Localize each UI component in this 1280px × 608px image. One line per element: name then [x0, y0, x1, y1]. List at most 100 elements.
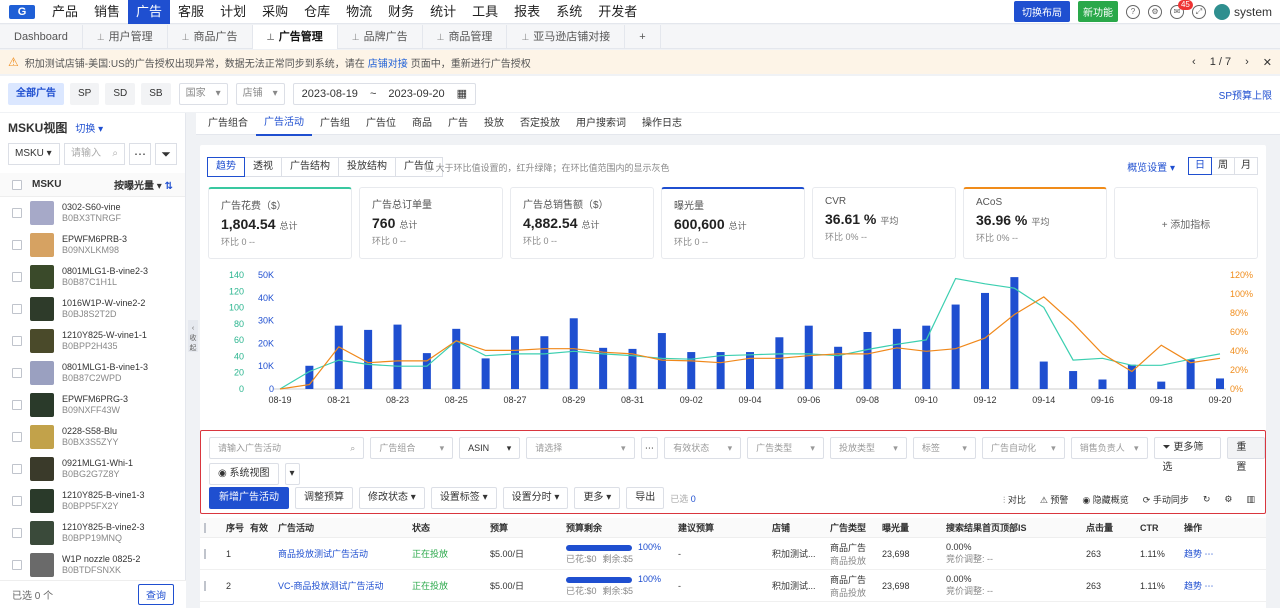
- metric-card[interactable]: 广告总订单量 760 总计 环比 0 --: [359, 187, 503, 259]
- menu-item[interactable]: 广告: [128, 0, 171, 24]
- metric-card[interactable]: 广告花费（$） 1,804.54 总计 环比 0 --: [208, 187, 352, 259]
- filter-icon[interactable]: ⏷: [155, 143, 177, 165]
- user-menu[interactable]: system: [1213, 3, 1272, 20]
- compare-button[interactable]: ⫶ 对比: [1003, 493, 1026, 506]
- row-checkbox[interactable]: [12, 496, 22, 506]
- metric-card[interactable]: 曝光量 600,600 总计 环比 0 --: [661, 187, 805, 259]
- granularity-option[interactable]: 月: [1234, 157, 1258, 175]
- row-checkbox[interactable]: [12, 528, 22, 538]
- change-status-button[interactable]: 修改状态 ▾: [359, 487, 425, 509]
- view-segment-option[interactable]: 透视: [244, 157, 282, 177]
- campaign-search-input[interactable]: 请输入广告活动 ⌕: [209, 437, 365, 459]
- row-checkbox[interactable]: [12, 304, 22, 314]
- automation-select[interactable]: 广告自动化 ▾: [981, 437, 1065, 459]
- system-view-select[interactable]: ◉ 系统视图: [209, 463, 279, 485]
- search-type-select[interactable]: MSKU ▾: [8, 143, 60, 165]
- ad-type-chip[interactable]: SP: [70, 83, 100, 105]
- store-connect-link[interactable]: 店铺对接: [368, 55, 408, 70]
- notification-icon[interactable]: ✉ 45: [1169, 0, 1193, 19]
- adjust-budget-button[interactable]: 调整预算: [295, 487, 353, 509]
- msku-list-item[interactable]: 0921MLG1-Whi-1 B0BG2G7Z8Y: [0, 453, 185, 485]
- tag-select[interactable]: 标签 ▾: [912, 437, 976, 459]
- row-checkbox[interactable]: [12, 272, 22, 282]
- menu-item[interactable]: 报表: [506, 0, 548, 24]
- menu-item[interactable]: 统计: [422, 0, 464, 24]
- prev-icon[interactable]: ‹: [1192, 56, 1196, 69]
- column-header[interactable]: 广告活动: [274, 521, 408, 534]
- trend-link[interactable]: 趋势: [1184, 549, 1202, 559]
- pin-icon[interactable]: ⊥: [267, 25, 275, 49]
- metric-card[interactable]: CVR 36.61 % 平均 环比 0% --: [812, 187, 956, 259]
- table-row[interactable]: 1 商品投放测试广告活动 正在投放 $5.00/日 100% 已花:$0 剩余:$5- 积加测…: [200, 538, 1266, 570]
- menu-item[interactable]: 开发者: [590, 0, 645, 24]
- owner-select[interactable]: 销售负责人 ▾: [1070, 437, 1148, 459]
- menu-item[interactable]: 采购: [254, 0, 296, 24]
- manual-sync-button[interactable]: ⟳ 手动同步: [1143, 493, 1189, 506]
- targeting-type-select[interactable]: 投放类型 ▾: [829, 437, 907, 459]
- view-segment-option[interactable]: 趋势: [207, 157, 245, 177]
- pin-icon[interactable]: ⊥: [97, 25, 105, 49]
- metric-card[interactable]: ACoS 36.96 % 平均 环比 0% --: [963, 187, 1107, 259]
- view-segment-option[interactable]: 投放结构: [338, 157, 396, 177]
- asin-type-select[interactable]: ASIN ▾: [459, 437, 521, 459]
- row-checkbox[interactable]: [12, 336, 22, 346]
- pin-icon[interactable]: ⊥: [182, 25, 190, 49]
- fullscreen-icon[interactable]: ⤢: [1191, 4, 1206, 19]
- msku-list-item[interactable]: 1210Y825-W-vine1-1 B0BPP2H435: [0, 325, 185, 357]
- msku-list-item[interactable]: 1210Y825-B-vine2-3 B0BPP19MNQ: [0, 517, 185, 549]
- more-actions-button[interactable]: 更多 ▾: [574, 487, 621, 509]
- budget-value[interactable]: $5.00/日: [490, 581, 524, 591]
- msku-list-item[interactable]: 0801MLG1-B-vine2-3 B0B87C1H1L: [0, 261, 185, 293]
- add-metric-button[interactable]: + 添加指标: [1114, 187, 1258, 259]
- page-tab[interactable]: ⊥ 商品管理: [423, 24, 508, 49]
- settings-icon[interactable]: ⚙: [1147, 4, 1162, 19]
- alert-button[interactable]: ⚠ 预警: [1040, 493, 1069, 506]
- msku-list-item[interactable]: 0228-S58-Blu B0BX3S5ZYY: [0, 421, 185, 453]
- granularity-option[interactable]: 周: [1211, 157, 1235, 175]
- subtab[interactable]: 商品: [404, 113, 440, 135]
- date-range-picker[interactable]: 2023-08-19 ~ 2023-09-20 ▦: [292, 83, 477, 105]
- query-button[interactable]: 查询: [138, 584, 174, 605]
- msku-list-item[interactable]: EPWFM6PRG-3 B09NXFF43W: [0, 389, 185, 421]
- budget-value[interactable]: $5.00/日: [490, 549, 524, 559]
- table-row[interactable]: 2 VC-商品投放测试广告活动 正在投放 $5.00/日 100% 已花:$0 剩余:$5-…: [200, 570, 1266, 602]
- view-dropdown-icon[interactable]: ▾: [284, 463, 300, 485]
- next-icon[interactable]: ›: [1245, 56, 1249, 69]
- sidebar-search-input[interactable]: 请输入 ⌕: [64, 143, 125, 165]
- subtab[interactable]: 广告组: [312, 113, 358, 135]
- msku-list-item[interactable]: EPWFM6PRB-3 B09NXLKM98: [0, 229, 185, 261]
- column-header[interactable]: 店铺: [768, 521, 826, 534]
- subtab[interactable]: 广告: [440, 113, 476, 135]
- more-icon[interactable]: ⋯: [1202, 581, 1214, 591]
- subtab[interactable]: 操作日志: [634, 113, 690, 135]
- row-checkbox[interactable]: [12, 560, 22, 570]
- column-header[interactable]: 操作: [1180, 521, 1226, 534]
- export-button[interactable]: 导出: [626, 487, 665, 509]
- menu-item[interactable]: 仓库: [296, 0, 338, 24]
- portfolio-select[interactable]: 广告组合 ▾: [370, 437, 454, 459]
- campaign-name-link[interactable]: 商品投放测试广告活动: [278, 549, 368, 559]
- row-checkbox[interactable]: [12, 432, 22, 442]
- page-tab[interactable]: ⊥ 亚马逊店铺对接: [507, 24, 626, 49]
- subtab[interactable]: 否定投放: [512, 113, 568, 135]
- select-all-checkbox[interactable]: [204, 522, 206, 533]
- settings-icon[interactable]: ⚙: [1224, 494, 1232, 505]
- msku-list-item[interactable]: 0801MLG1-B-vine1-3 B0B87C2WPD: [0, 357, 185, 389]
- row-checkbox[interactable]: [12, 464, 22, 474]
- pin-icon[interactable]: ⊥: [437, 25, 445, 49]
- set-tag-button[interactable]: 设置标签 ▾: [430, 487, 497, 509]
- help-icon[interactable]: ?: [1125, 4, 1140, 19]
- ad-type-chip[interactable]: SB: [141, 83, 171, 105]
- msku-list-item[interactable]: W1P nozzle 0825-2 B0BTDFSNXK: [0, 549, 185, 581]
- more-icon[interactable]: ⋯: [640, 437, 659, 459]
- campaign-name-link[interactable]: VC-商品投放测试广告活动: [278, 581, 384, 591]
- column-header[interactable]: 状态: [408, 521, 486, 534]
- status-select[interactable]: 有效状态 ▾: [664, 437, 742, 459]
- row-checkbox[interactable]: [204, 580, 206, 591]
- more-filter-button[interactable]: ⏷ 更多筛选: [1153, 437, 1222, 473]
- column-header[interactable]: 点击量: [1082, 521, 1136, 534]
- subtab[interactable]: 广告组合: [200, 113, 256, 135]
- column-header[interactable]: 序号: [222, 521, 246, 534]
- search-icon[interactable]: ⌕: [112, 144, 118, 164]
- refresh-icon[interactable]: ↻: [1203, 494, 1211, 505]
